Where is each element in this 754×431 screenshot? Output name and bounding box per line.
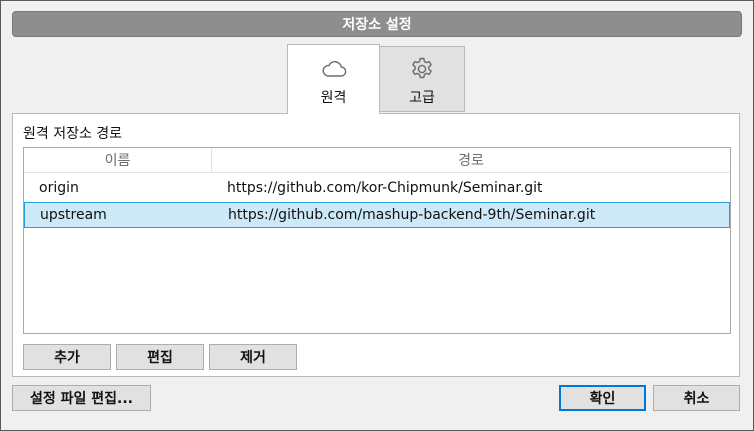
edit-remote-button[interactable]: 편집	[116, 344, 204, 370]
table-row-selected[interactable]: upstream https://github.com/mashup-backe…	[24, 202, 730, 228]
remote-paths-heading: 원격 저장소 경로	[23, 126, 123, 142]
remove-remote-button[interactable]: 제거	[209, 344, 297, 370]
remote-settings-panel: 원격 저장소 경로 이름 경로 origin https://github.co…	[12, 113, 740, 377]
edit-config-file-button[interactable]: 설정 파일 편집...	[12, 385, 151, 411]
window-title: 저장소 설정	[342, 17, 412, 33]
cancel-button[interactable]: 취소	[653, 385, 740, 411]
add-remote-button[interactable]: 추가	[23, 344, 111, 370]
ok-button[interactable]: 확인	[559, 385, 646, 411]
remote-name: origin	[39, 180, 79, 196]
table-row[interactable]: origin https://github.com/kor-Chipmunk/S…	[24, 175, 730, 201]
table-header: 이름 경로	[24, 148, 730, 173]
column-header-name[interactable]: 이름	[24, 148, 212, 172]
remotes-table[interactable]: 이름 경로 origin https://github.com/kor-Chip…	[23, 147, 731, 334]
column-header-path[interactable]: 경로	[212, 148, 730, 172]
remote-name: upstream	[40, 207, 107, 223]
remote-url: https://github.com/kor-Chipmunk/Seminar.…	[227, 180, 543, 196]
tab-remote-label: 원격	[320, 90, 347, 106]
remote-url: https://github.com/mashup-backend-9th/Se…	[228, 207, 596, 223]
repository-settings-dialog: 저장소 설정 원격 고급 원격 저장소 경로 이름 경로 origin http…	[0, 0, 754, 431]
title-bar[interactable]: 저장소 설정	[12, 11, 742, 37]
tab-advanced-label: 고급	[409, 90, 435, 106]
cloud-icon	[321, 57, 347, 81]
tab-remote[interactable]: 원격	[287, 44, 380, 114]
tab-advanced[interactable]: 고급	[379, 46, 465, 112]
gear-icon	[409, 57, 435, 81]
